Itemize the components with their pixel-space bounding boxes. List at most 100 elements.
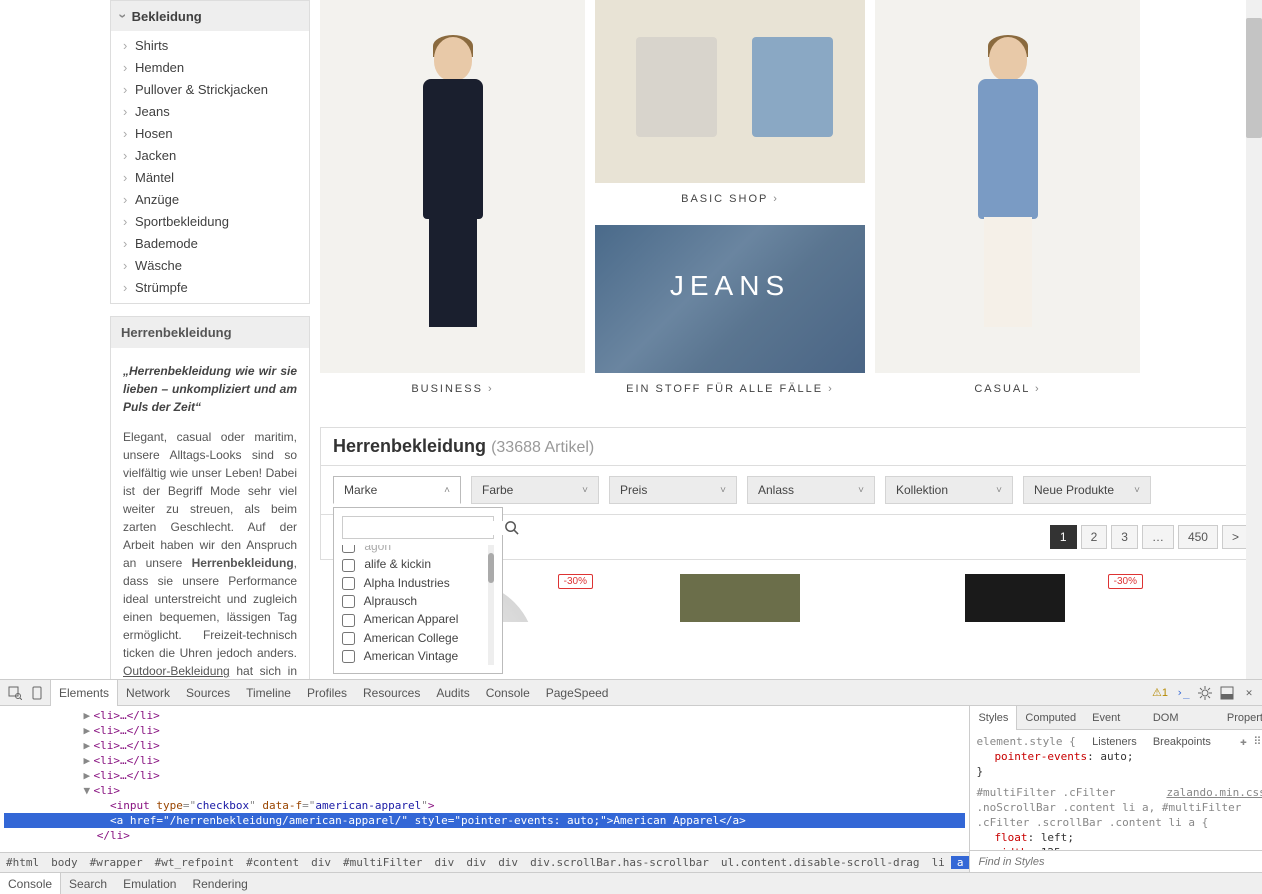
scrollbar-thumb[interactable]: [1246, 18, 1262, 138]
discount-badge: -30%: [558, 574, 593, 589]
filter-select[interactable]: Marke˄: [333, 476, 461, 504]
tile-caption: BUSINESS: [320, 373, 585, 405]
search-icon[interactable]: [504, 520, 519, 535]
breadcrumb-item[interactable]: #html: [0, 856, 45, 869]
inspect-icon[interactable]: [6, 684, 24, 702]
devtools-tab[interactable]: PageSpeed: [538, 680, 617, 706]
page-button[interactable]: …: [1142, 525, 1174, 549]
devtools-tab[interactable]: Resources: [355, 680, 428, 706]
styles-toolbar[interactable]: ✚ ⠿ ⤴: [1240, 734, 1262, 749]
styles-tab[interactable]: Properties: [1219, 706, 1262, 730]
page-scrollbar[interactable]: [1246, 0, 1262, 679]
drawer-tab[interactable]: Rendering: [184, 873, 255, 894]
sidebar-item[interactable]: Mäntel: [111, 167, 309, 189]
brand-option[interactable]: American Apparel: [342, 610, 494, 628]
info-link[interactable]: Outdoor-Bekleidung: [123, 664, 230, 678]
sidebar-item[interactable]: Strümpfe: [111, 277, 309, 299]
devtools-tab[interactable]: Console: [478, 680, 538, 706]
breadcrumb[interactable]: #htmlbody#wrapper#wt_refpoint#contentdiv…: [0, 852, 969, 872]
find-in-styles-input[interactable]: [970, 851, 1262, 872]
breadcrumb-item[interactable]: div: [460, 856, 492, 869]
page-button[interactable]: 2: [1081, 525, 1108, 549]
drawer-tab[interactable]: Emulation: [115, 873, 184, 894]
styles-tab[interactable]: Event Listeners: [1084, 706, 1145, 730]
breadcrumb-item[interactable]: #content: [240, 856, 305, 869]
brand-option[interactable]: Alpha Industries: [342, 574, 494, 592]
styles-tab[interactable]: Styles: [970, 706, 1017, 730]
brand-option[interactable]: Alprausch: [342, 592, 494, 610]
brand-list[interactable]: agon alife & kickin Alpha Industries Alp…: [342, 545, 494, 665]
drawer-tab[interactable]: Console: [0, 873, 61, 894]
product-card[interactable]: [607, 574, 872, 622]
devtools-tab[interactable]: Elements: [50, 680, 118, 706]
breadcrumb-item[interactable]: #wrapper: [84, 856, 149, 869]
chevron-down-icon: ˅: [720, 485, 726, 496]
brand-dropdown: agon alife & kickin Alpha Industries Alp…: [333, 507, 503, 674]
sidebar-item[interactable]: Shirts: [111, 35, 309, 57]
brand-search-input[interactable]: [349, 521, 504, 535]
settings-icon[interactable]: [1196, 684, 1214, 702]
dom-tree[interactable]: ▶<li>…</li> ▶<li>…</li> ▶<li>…</li> ▶<li…: [0, 706, 969, 852]
filter-select[interactable]: Preis˅: [609, 476, 737, 504]
close-icon[interactable]: ✕: [1240, 684, 1258, 702]
tile-basic-shop[interactable]: BASIC SHOP: [595, 0, 865, 215]
sidebar-item[interactable]: Anzüge: [111, 189, 309, 211]
filter-select[interactable]: Kollektion˅: [885, 476, 1013, 504]
sidebar-item[interactable]: Pullover & Strickjacken: [111, 79, 309, 101]
brand-option[interactable]: American College: [342, 629, 494, 647]
breadcrumb-item[interactable]: li: [926, 856, 951, 869]
devtools-tab[interactable]: Sources: [178, 680, 238, 706]
breadcrumb-item[interactable]: a: [951, 856, 970, 869]
chevron-down-icon: ˅: [858, 485, 864, 496]
filter-select[interactable]: Farbe˅: [471, 476, 599, 504]
scrollbar-thumb[interactable]: [488, 553, 494, 583]
stylesheet-source-link[interactable]: zalando.min.css:1: [1166, 785, 1262, 800]
tile-business[interactable]: BUSINESS: [320, 0, 585, 405]
brand-search[interactable]: [342, 516, 494, 539]
breadcrumb-item[interactable]: div: [428, 856, 460, 869]
breadcrumb-item[interactable]: #multiFilter: [337, 856, 428, 869]
tile-jeans[interactable]: JEANS EIN STOFF FÜR ALLE FÄLLE: [595, 225, 865, 405]
breadcrumb-item[interactable]: body: [45, 856, 84, 869]
drawer-tab[interactable]: Search: [61, 873, 115, 894]
page-button[interactable]: 1: [1050, 525, 1077, 549]
styles-tab[interactable]: DOM Breakpoints: [1145, 706, 1219, 730]
page-button[interactable]: 3: [1111, 525, 1138, 549]
devtools-tab[interactable]: Audits: [428, 680, 477, 706]
styles-tab[interactable]: Computed: [1017, 706, 1084, 730]
chevron-down-icon: ˅: [996, 485, 1002, 496]
brand-option[interactable]: alife & kickin: [342, 555, 494, 573]
styles-rules[interactable]: ✚ ⠿ ⤴ element.style { pointer-events: au…: [970, 730, 1262, 850]
devtools-tab[interactable]: Network: [118, 680, 178, 706]
devtools-tab[interactable]: Timeline: [238, 680, 299, 706]
warning-count[interactable]: ⚠1: [1152, 686, 1168, 699]
product-card[interactable]: -30%: [882, 574, 1147, 622]
breadcrumb-item[interactable]: div.scrollBar.has-scrollbar: [524, 856, 715, 869]
sidebar-item[interactable]: Jacken: [111, 145, 309, 167]
filter-select[interactable]: Anlass˅: [747, 476, 875, 504]
breadcrumb-item[interactable]: div: [305, 856, 337, 869]
page-button[interactable]: 450: [1178, 525, 1218, 549]
dom-selected-node[interactable]: <a href="/herrenbekleidung/american-appa…: [4, 813, 965, 828]
sidebar-item[interactable]: Hosen: [111, 123, 309, 145]
device-icon[interactable]: [28, 684, 46, 702]
sidebar-item[interactable]: Bademode: [111, 233, 309, 255]
sidebar-item[interactable]: Hemden: [111, 57, 309, 79]
brand-option[interactable]: American Vintage: [342, 647, 494, 665]
dock-icon[interactable]: [1218, 684, 1236, 702]
devtools-tab[interactable]: Profiles: [299, 680, 355, 706]
breadcrumb-item[interactable]: ul.content.disable-scroll-drag: [715, 856, 926, 869]
console-prompt-icon[interactable]: ›_: [1174, 684, 1192, 702]
sidebar-item[interactable]: Wäsche: [111, 255, 309, 277]
filter-select[interactable]: Neue Produkte˅: [1023, 476, 1151, 504]
brand-option[interactable]: agon: [342, 545, 494, 555]
breadcrumb-item[interactable]: div: [492, 856, 524, 869]
info-quote: „Herrenbekleidung wie wir sie lieben – u…: [123, 362, 297, 416]
page-button[interactable]: >: [1222, 525, 1249, 549]
tile-casual[interactable]: CASUAL: [875, 0, 1140, 405]
sidebar: Bekleidung ShirtsHemdenPullover & Strick…: [110, 0, 310, 679]
category-heading[interactable]: Bekleidung: [111, 1, 309, 31]
breadcrumb-item[interactable]: #wt_refpoint: [149, 856, 240, 869]
sidebar-item[interactable]: Jeans: [111, 101, 309, 123]
sidebar-item[interactable]: Sportbekleidung: [111, 211, 309, 233]
